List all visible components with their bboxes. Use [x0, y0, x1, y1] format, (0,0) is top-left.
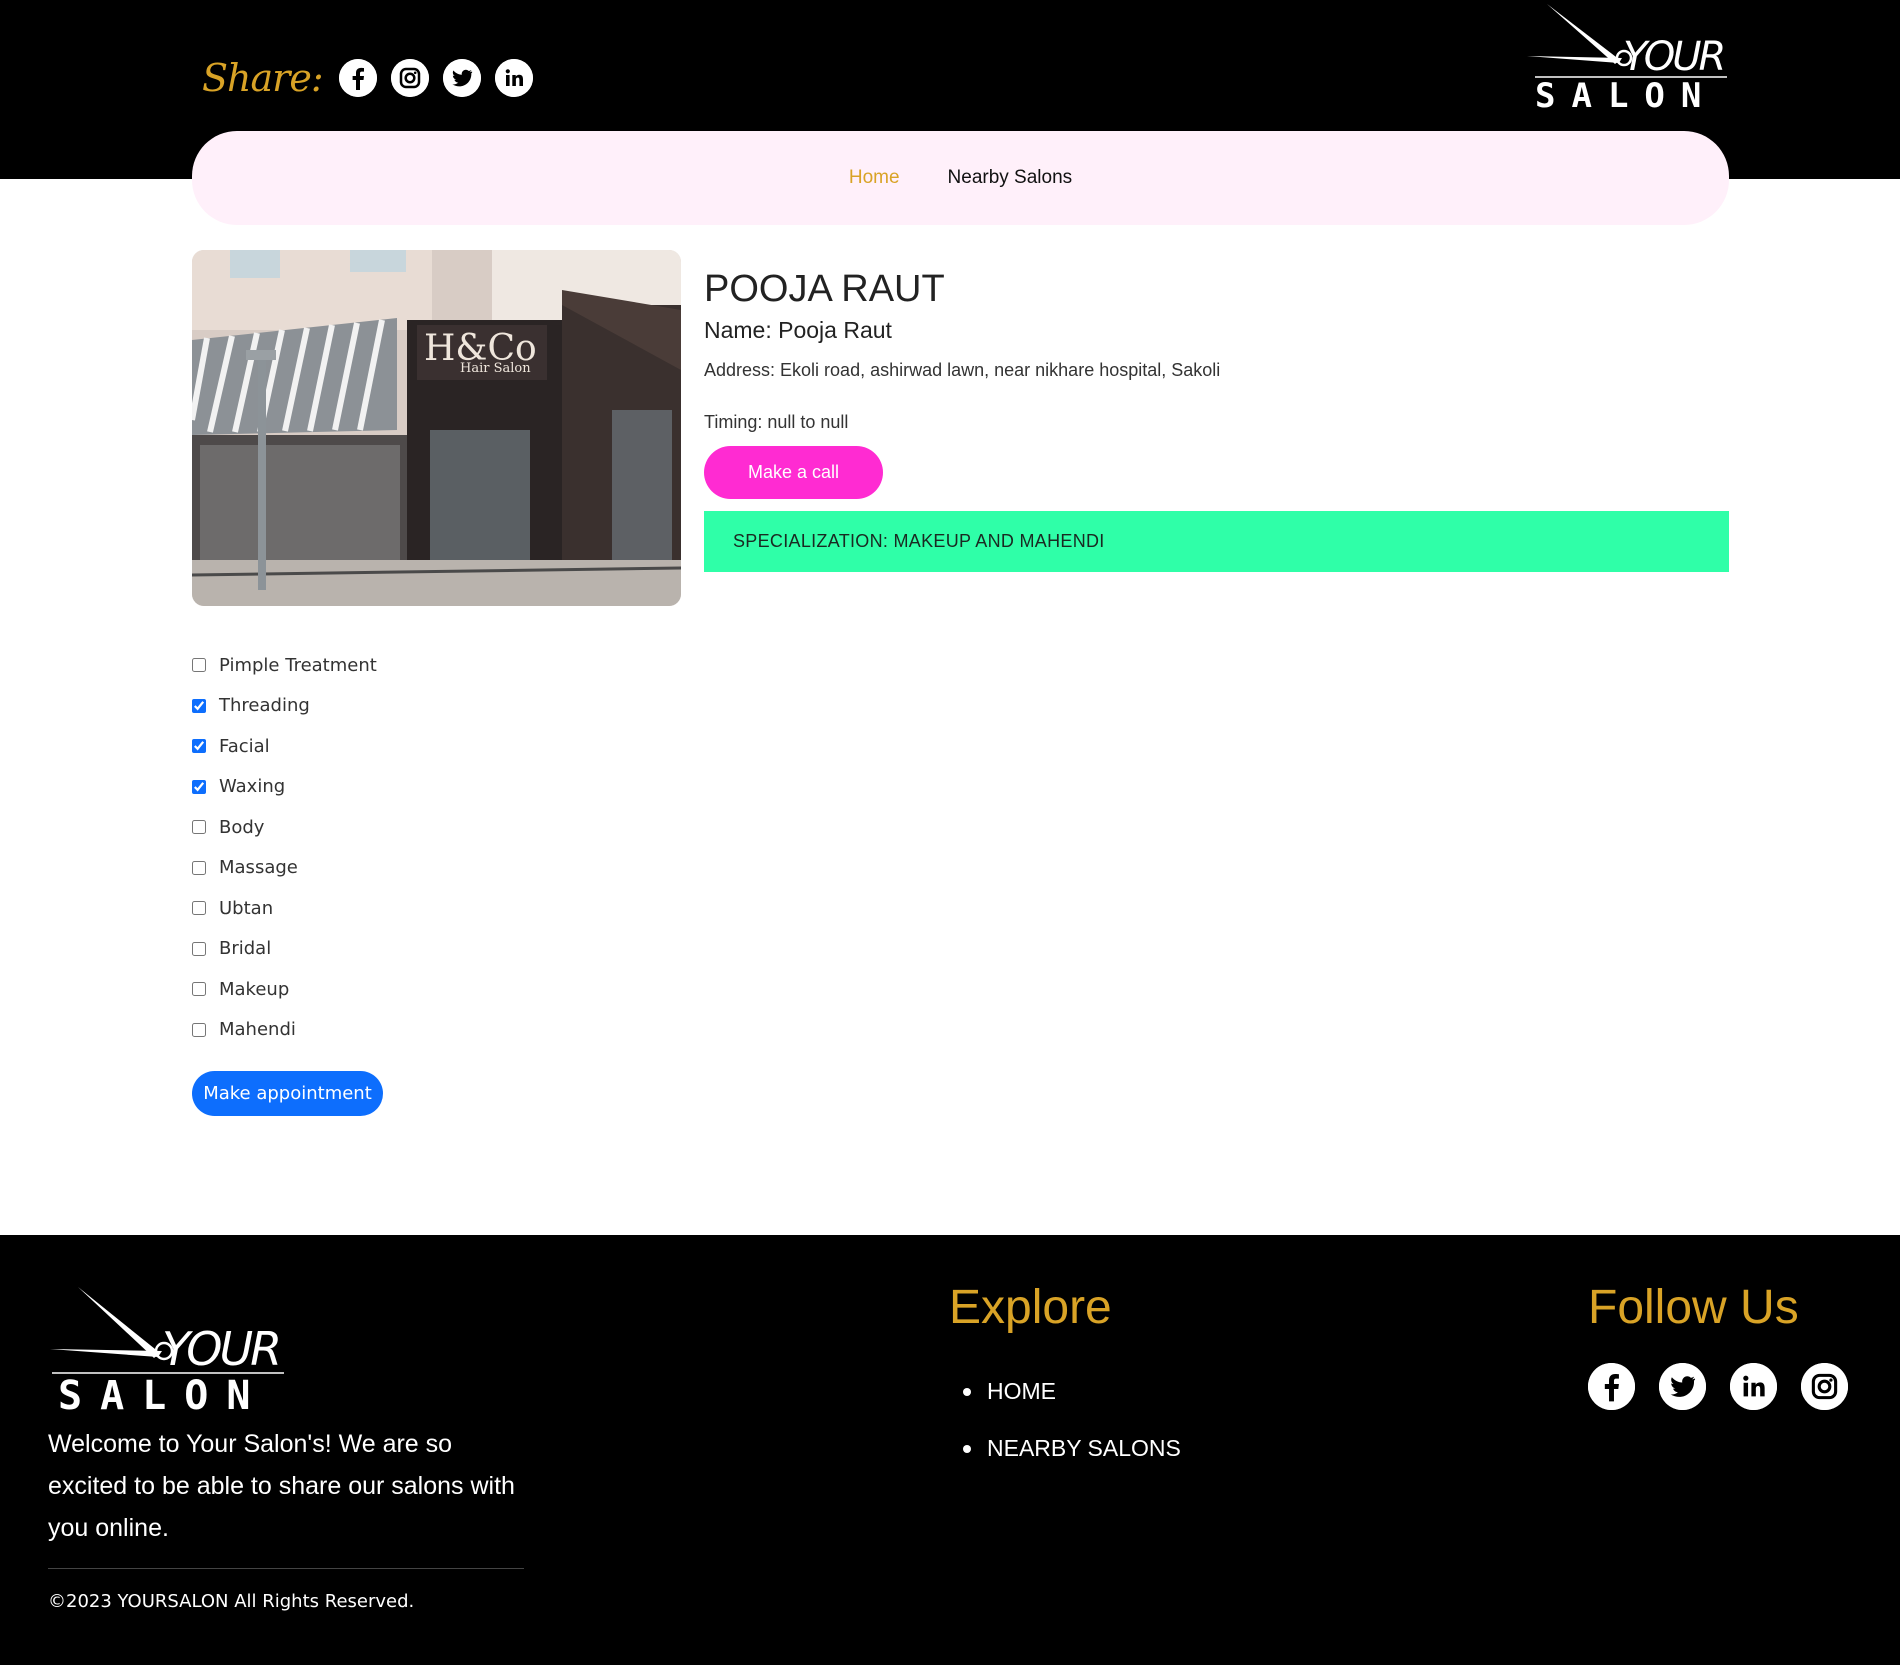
twitter-icon[interactable]: [1659, 1363, 1706, 1410]
site-footer: YOUR SALON Welcome to Your Salon's! We a…: [0, 1235, 1900, 1665]
service-checkbox[interactable]: [192, 860, 206, 875]
footer-follow-title: Follow Us: [1588, 1281, 1799, 1334]
service-label: Makeup: [219, 978, 290, 1000]
service-label: Body: [219, 816, 265, 838]
site-logo[interactable]: YOUR SALON: [1527, 2, 1731, 112]
service-checkbox[interactable]: [192, 739, 206, 754]
service-checkbox[interactable]: [192, 820, 206, 835]
service-label: Waxing: [219, 776, 286, 798]
footer-link-nearby-salons[interactable]: NEARBY SALONS: [963, 1420, 1181, 1477]
service-label: Massage: [219, 857, 298, 879]
footer-logo-top: YOUR: [162, 1322, 279, 1376]
footer-link-home[interactable]: HOME: [963, 1363, 1181, 1420]
make-appointment-button[interactable]: Make appointment: [192, 1071, 383, 1116]
services-list: Pimple Treatment Threading Facial Waxing…: [192, 645, 377, 1050]
facebook-icon[interactable]: [1588, 1363, 1635, 1410]
footer-link-label: HOME: [987, 1378, 1056, 1404]
service-label: Threading: [219, 695, 310, 717]
service-item: Waxing: [192, 767, 377, 808]
specialization-banner: SPECIALIZATION: MAKEUP AND MAHENDI: [704, 511, 1729, 572]
salon-info: POOJA RAUT Name: Pooja Raut Address: Eko…: [704, 268, 1729, 572]
share-label: Share:: [202, 56, 324, 100]
service-checkbox[interactable]: [192, 1022, 206, 1037]
service-item: Facial: [192, 726, 377, 767]
service-checkbox[interactable]: [192, 901, 206, 916]
instagram-icon[interactable]: [1801, 1363, 1848, 1410]
service-item: Bridal: [192, 929, 377, 970]
service-label: Bridal: [219, 938, 272, 960]
service-item: Makeup: [192, 969, 377, 1010]
footer-social-icons: [1588, 1363, 1872, 1410]
instagram-icon[interactable]: [390, 59, 429, 97]
service-label: Pimple Treatment: [219, 654, 377, 676]
service-item: Body: [192, 807, 377, 848]
service-label: Mahendi: [219, 1019, 296, 1041]
salon-name: Name: Pooja Raut: [704, 317, 892, 343]
service-item: Threading: [192, 686, 377, 727]
service-label: Facial: [219, 735, 270, 757]
nav-nearby-salons[interactable]: Nearby Salons: [948, 167, 1073, 189]
service-label: Ubtan: [219, 897, 274, 919]
make-call-button[interactable]: Make a call: [704, 446, 883, 499]
service-checkbox[interactable]: [192, 698, 206, 713]
footer-divider: [48, 1568, 524, 1569]
salon-photo: H&Co Hair Salon: [192, 250, 681, 606]
service-item: Mahendi: [192, 1010, 377, 1051]
nav-home[interactable]: Home: [849, 167, 900, 189]
footer-welcome-text: Welcome to Your Salon's! We are so excit…: [48, 1430, 515, 1542]
salon-timing: Timing: null to null: [704, 412, 849, 432]
footer-explore-title: Explore: [949, 1281, 1112, 1334]
footer-link-label: NEARBY SALONS: [987, 1435, 1181, 1461]
service-item: Massage: [192, 848, 377, 889]
footer-explore-links: HOME NEARBY SALONS: [963, 1363, 1181, 1477]
share-bar: Share:: [202, 56, 547, 100]
service-item: Pimple Treatment: [192, 645, 377, 686]
twitter-icon[interactable]: [442, 59, 481, 97]
service-checkbox[interactable]: [192, 658, 206, 673]
image-sign-subtext: Hair Salon: [460, 361, 531, 376]
main-nav: Home Nearby Salons: [192, 131, 1729, 225]
bullet-icon: [963, 1387, 971, 1396]
linkedin-icon[interactable]: [494, 59, 533, 97]
service-checkbox[interactable]: [192, 779, 206, 794]
logo-word-top: YOUR: [1623, 34, 1723, 80]
salon-address: Address: Ekoli road, ashirwad lawn, near…: [704, 360, 1221, 380]
linkedin-icon[interactable]: [1730, 1363, 1777, 1410]
footer-copyright: ©2023 YOURSALON All Rights Reserved.: [48, 1591, 415, 1612]
service-item: Ubtan: [192, 888, 377, 929]
facebook-icon[interactable]: [338, 59, 377, 97]
footer-logo[interactable]: YOUR SALON: [48, 1285, 288, 1420]
salon-title: POOJA RAUT: [704, 268, 945, 310]
logo-word-bottom: SALON: [1535, 76, 1717, 112]
service-checkbox[interactable]: [192, 941, 206, 956]
bullet-icon: [963, 1444, 971, 1453]
footer-logo-bottom: SALON: [58, 1373, 268, 1415]
service-checkbox[interactable]: [192, 982, 206, 997]
